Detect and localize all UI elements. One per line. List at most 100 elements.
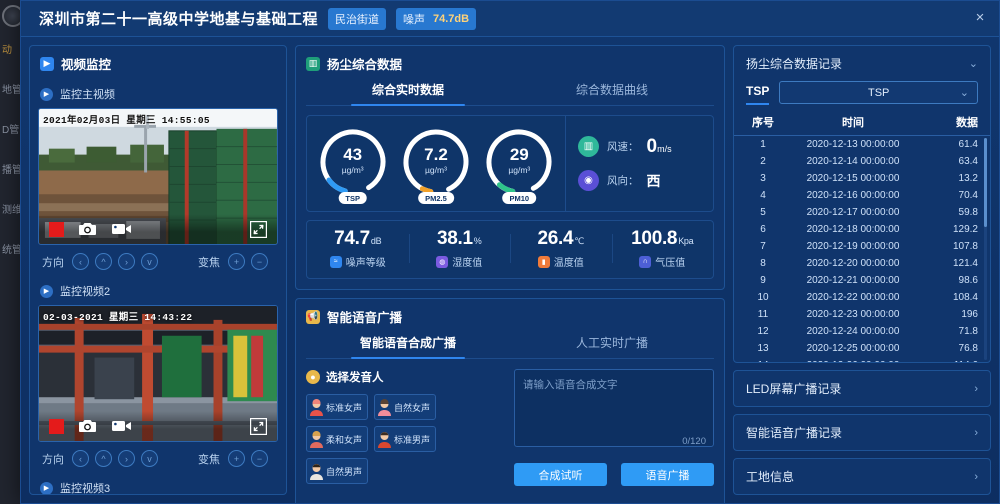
voice-body: ● 选择发音人 标准女声 自然女声 柔和女声 标准男声 自然男声 请输入语音合成…	[296, 359, 724, 503]
speaker-option-soft-female[interactable]: 柔和女声	[306, 426, 368, 452]
led-records-header[interactable]: LED屏幕广播记录 ›	[734, 371, 990, 406]
chevron-down-icon[interactable]: v	[141, 253, 158, 270]
speaker-option-natural-female[interactable]: 自然女声	[374, 394, 436, 420]
camera-icon[interactable]	[78, 418, 97, 434]
table-row[interactable]: 3 2020-12-15 00:00:00 13.2	[734, 170, 990, 187]
site-info-header[interactable]: 工地信息 ›	[734, 459, 990, 494]
camera-icon[interactable]	[78, 221, 97, 237]
play-dot-icon: ▶	[40, 481, 53, 494]
camcorder-icon[interactable]	[111, 222, 132, 236]
synthesize-preview-button[interactable]: 合成试听	[514, 463, 607, 486]
table-row[interactable]: 6 2020-12-18 00:00:00 129.2	[734, 221, 990, 238]
plus-icon[interactable]: +	[228, 253, 245, 270]
speaker-option-standard-female[interactable]: 标准女声	[306, 394, 368, 420]
chevron-right-icon[interactable]: ›	[974, 471, 978, 483]
chevron-right-icon[interactable]: ›	[118, 450, 135, 467]
direction-label: 方向	[42, 256, 64, 269]
cell-index: 6	[760, 224, 766, 235]
cell-time: 2020-12-15 00:00:00	[806, 173, 900, 184]
voice-records-header[interactable]: 智能语音广播记录 ›	[734, 415, 990, 450]
metric-label: 气压值	[655, 258, 686, 269]
metric-number: 26.4	[537, 228, 574, 249]
speaker-option-natural-male[interactable]: 自然男声	[306, 458, 368, 484]
close-icon[interactable]: ×	[971, 9, 989, 27]
cell-time: 2020-12-20 00:00:00	[806, 258, 900, 269]
record-stop-icon[interactable]	[49, 221, 64, 237]
gauge-group: 43 µg/m³ TSP 7.2 µg/m³ PM2.5 29 µg/m³ PM…	[307, 116, 565, 211]
table-row[interactable]: 5 2020-12-17 00:00:00 59.8	[734, 204, 990, 221]
minus-icon[interactable]: −	[251, 450, 268, 467]
plus-icon[interactable]: +	[228, 450, 245, 467]
megaphone-icon: 📢	[306, 309, 320, 324]
zoom-label: 变焦	[198, 453, 220, 466]
records-table-body[interactable]: 1 2020-12-13 00:00:00 61.4 2 2020-12-14 00:0…	[734, 136, 990, 362]
gauges-and-wind: 43 µg/m³ TSP 7.2 µg/m³ PM2.5 29 µg/m³ PM…	[306, 115, 714, 212]
cell-index: 12	[757, 326, 769, 337]
chevron-down-icon[interactable]: ⌄	[960, 86, 969, 99]
gauge-tag: PM10	[502, 192, 537, 204]
tab-realtime-data[interactable]: 综合实时数据	[306, 79, 510, 106]
fullscreen-icon[interactable]	[250, 220, 267, 238]
cell-index: 9	[760, 275, 766, 286]
cell-data: 114.6	[926, 360, 978, 362]
chevron-down-icon[interactable]: ⌄	[969, 57, 978, 70]
chevron-right-icon[interactable]: ›	[118, 253, 135, 270]
video-list[interactable]: ▶ 监控主视频 2021年02月03日 星期三 14:55:05 方向 ‹ ^ …	[30, 79, 286, 494]
records-table-header: 序号 时间 数据	[734, 108, 990, 136]
voice-broadcast-button[interactable]: 语音广播	[621, 463, 714, 486]
cell-data: 63.4	[958, 156, 978, 167]
table-row[interactable]: 11 2020-12-23 00:00:00 196	[734, 306, 990, 323]
tab-tts-broadcast[interactable]: 智能语音合成广播	[306, 332, 510, 359]
tab-live-broadcast[interactable]: 人工实时广播	[510, 332, 714, 358]
chevron-left-icon[interactable]: ‹	[72, 253, 89, 270]
table-row[interactable]: 13 2020-12-25 00:00:00 76.8	[734, 340, 990, 357]
table-row[interactable]: 142020-12-26 00:00:00114.6	[734, 357, 990, 362]
site-info-accordion[interactable]: 工地信息 ›	[733, 458, 991, 495]
chevron-right-icon[interactable]: ›	[974, 427, 978, 439]
led-records-accordion[interactable]: LED屏幕广播记录 ›	[733, 370, 991, 407]
dust-records-header[interactable]: 扬尘综合数据记录 ⌄	[734, 46, 990, 81]
chevron-up-icon[interactable]: ^	[95, 450, 112, 467]
metric-unit: ℃	[574, 236, 585, 246]
fullscreen-icon[interactable]	[250, 417, 267, 435]
cell-index: 4	[760, 190, 766, 201]
chevron-down-icon[interactable]: v	[141, 450, 158, 467]
table-row[interactable]: 7 2020-12-19 00:00:00 107.8	[734, 238, 990, 255]
column-header-data: 数据	[956, 117, 978, 129]
video-feed-0[interactable]: 2021年02月03日 星期三 14:55:05	[38, 108, 278, 245]
table-row[interactable]: 9 2020-12-21 00:00:00 98.6	[734, 272, 990, 289]
modal-body: ▶ 视频监控 ▶ 监控主视频 2021年02月03日 星期三 14:55:05 …	[21, 37, 999, 503]
play-dot-icon: ▶	[40, 284, 53, 298]
cell-index: 3	[760, 173, 766, 184]
table-row[interactable]: 1 2020-12-13 00:00:00 61.4	[734, 136, 990, 153]
direction-label: 方向	[42, 453, 64, 466]
chevron-left-icon[interactable]: ‹	[72, 450, 89, 467]
wind-readings: ▥ 风速： 0m/s ◉ 风向： 西	[565, 116, 713, 211]
record-stop-icon[interactable]	[49, 418, 64, 434]
cell-time: 2020-12-25 00:00:00	[806, 343, 900, 354]
bg-menu-label: 地管	[2, 85, 22, 96]
metric-value: 74.7dB	[307, 228, 409, 250]
voice-records-accordion[interactable]: 智能语音广播记录 ›	[733, 414, 991, 451]
speaker-option-standard-male[interactable]: 标准男声	[374, 426, 436, 452]
male-avatar-icon	[310, 463, 323, 480]
chevron-up-icon[interactable]: ^	[95, 253, 112, 270]
bg-menu-label: D管	[2, 125, 20, 136]
table-row[interactable]: 2 2020-12-14 00:00:00 63.4	[734, 153, 990, 170]
minus-icon[interactable]: −	[251, 253, 268, 270]
subtab-tsp[interactable]: TSP	[746, 84, 770, 105]
table-scrollbar[interactable]	[984, 138, 987, 360]
video-feed-1[interactable]: 02-03-2021 星期三 14:43:22	[38, 305, 278, 442]
metric-label-row: ∩ 气压值	[612, 254, 714, 269]
chevron-right-icon[interactable]: ›	[974, 383, 978, 395]
tts-textarea[interactable]	[514, 369, 714, 447]
tab-data-curve[interactable]: 综合数据曲线	[510, 79, 714, 105]
video-controls-1	[39, 411, 277, 441]
table-row[interactable]: 4 2020-12-16 00:00:00 70.4	[734, 187, 990, 204]
metric-selector[interactable]: TSP ⌄	[779, 81, 978, 104]
table-row[interactable]: 10 2020-12-22 00:00:00 108.4	[734, 289, 990, 306]
table-row[interactable]: 8 2020-12-20 00:00:00 121.4	[734, 255, 990, 272]
camcorder-icon[interactable]	[111, 419, 132, 433]
table-row[interactable]: 12 2020-12-24 00:00:00 71.8	[734, 323, 990, 340]
speaker-header: ● 选择发音人	[306, 369, 502, 385]
